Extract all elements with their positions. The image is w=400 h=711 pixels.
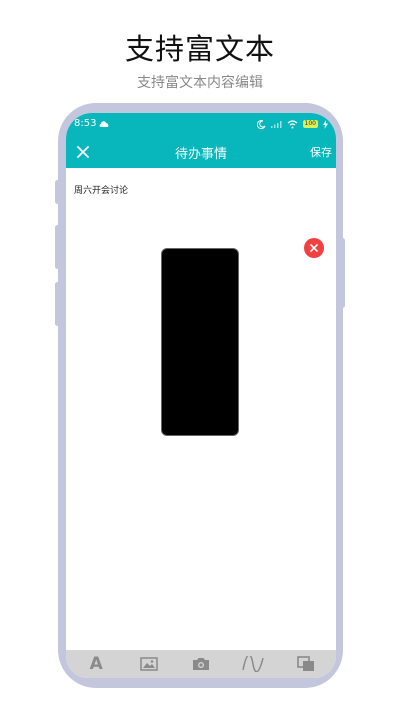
- draw-icon[interactable]: [242, 654, 265, 674]
- battery-icon: 100: [302, 120, 318, 128]
- moon-icon: [256, 119, 266, 129]
- camera-icon[interactable]: [190, 654, 212, 674]
- layers-icon[interactable]: [295, 654, 317, 674]
- promo-subtitle: 支持富文本内容编辑: [137, 75, 263, 91]
- charging-icon: [323, 119, 328, 129]
- phone-screen: 8:53 100 待办事情 保存 周六开会讨论 A: [66, 113, 336, 678]
- editor-area[interactable]: 周六开会讨论: [66, 168, 336, 650]
- status-icons: 100: [256, 118, 328, 130]
- cloud-icon: [99, 121, 109, 127]
- format-toolbar: A: [66, 650, 336, 678]
- status-time: 8:53: [74, 118, 97, 129]
- signal-icon: [270, 121, 282, 128]
- promo-title: 支持富文本: [124, 32, 275, 66]
- image-icon[interactable]: [138, 654, 160, 674]
- inserted-image[interactable]: [161, 248, 239, 436]
- app-bar: 待办事情 保存: [66, 135, 336, 168]
- page-title: 待办事情: [174, 147, 227, 162]
- delete-image-button[interactable]: [304, 238, 324, 258]
- status-bar: 8:53 100: [66, 113, 336, 135]
- save-button[interactable]: 保存: [310, 144, 332, 160]
- font-icon[interactable]: A: [85, 654, 107, 674]
- editor-text[interactable]: 周六开会讨论: [74, 183, 128, 196]
- wifi-icon: [287, 119, 297, 128]
- close-icon: [310, 244, 318, 252]
